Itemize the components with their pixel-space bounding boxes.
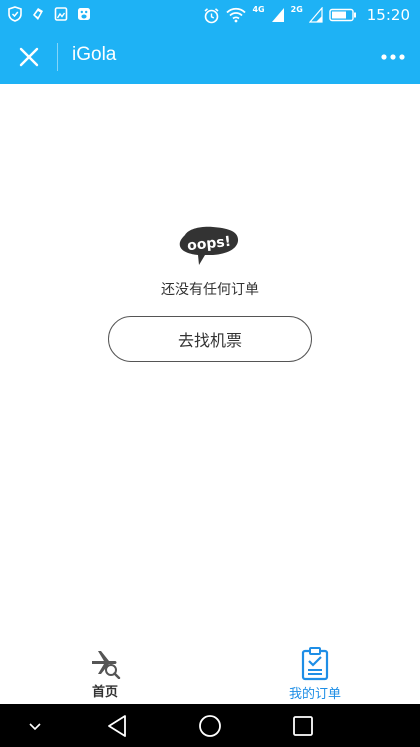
battery-icon	[329, 8, 356, 22]
app-icon	[33, 8, 43, 20]
close-button[interactable]	[14, 42, 44, 72]
notification-icons	[8, 6, 91, 22]
more-button[interactable]	[378, 42, 408, 72]
tab-my-orders-label: 我的订单	[288, 687, 341, 702]
tab-home-label: 首页	[91, 685, 118, 700]
recents-icon	[293, 716, 313, 736]
oops-badge-icon: oops!	[179, 226, 239, 265]
nav-back-button[interactable]	[104, 713, 130, 739]
empty-state: oops! 还没有任何订单	[0, 225, 420, 299]
tab-home[interactable]: 首页	[0, 640, 210, 704]
close-icon	[19, 47, 39, 67]
signal-icon	[271, 8, 284, 22]
status-bar: 4G 2G 15:20	[0, 0, 420, 30]
tab-my-orders[interactable]: 我的订单	[210, 640, 420, 704]
wifi-icon	[226, 7, 247, 23]
home-icon	[199, 715, 221, 737]
system-status: 4G 2G 15:20	[203, 4, 410, 26]
more-icon	[381, 54, 405, 60]
shield-icon	[8, 6, 22, 22]
empty-message: 还没有任何订单	[161, 282, 259, 298]
clock: 15:20	[366, 6, 410, 24]
gallery-icon	[54, 7, 68, 21]
nav-home-button[interactable]	[197, 713, 223, 739]
nav-recents-button[interactable]	[290, 713, 316, 739]
tab-bar: 首页 我的订单	[0, 640, 420, 704]
page-title: iGola	[72, 44, 117, 65]
find-flights-button[interactable]: 去找机票	[108, 316, 312, 362]
flight-search-icon	[92, 651, 121, 679]
nav-collapse-button[interactable]	[22, 713, 48, 739]
paw-icon	[78, 8, 90, 20]
back-icon	[108, 715, 126, 737]
signal-icon	[308, 7, 323, 23]
system-nav-bar	[0, 704, 420, 747]
chevron-down-icon	[29, 723, 41, 731]
app-header: iGola	[0, 30, 420, 84]
network-2g-label: 2G	[290, 4, 303, 14]
network-4g-label: 4G	[252, 4, 265, 14]
clipboard-check-icon	[301, 647, 329, 681]
header-divider	[57, 43, 58, 71]
alarm-icon	[204, 7, 220, 23]
